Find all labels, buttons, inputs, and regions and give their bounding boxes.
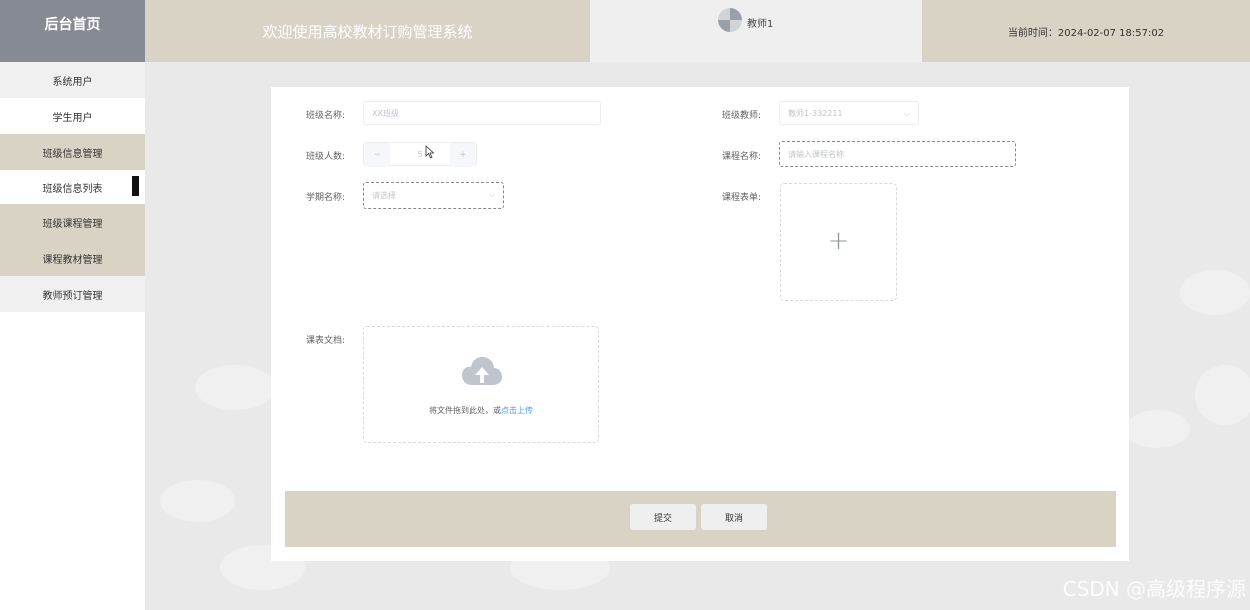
sidebar-item-teacher-booking-management[interactable]: 教师预订管理	[0, 276, 145, 312]
active-indicator	[132, 176, 139, 196]
sidebar-item-label: 班级信息列表	[42, 183, 103, 195]
submit-button[interactable]: 提交	[630, 504, 696, 530]
sidebar-item-system-users[interactable]: 系统用户	[0, 62, 145, 98]
class-size-stepper[interactable]: − 5 +	[363, 142, 477, 167]
chevron-down-icon: ⌵	[903, 109, 910, 118]
background-bubble	[1125, 410, 1190, 448]
sidebar-item-label: 班级课程管理	[42, 218, 103, 230]
sidebar-item-class-info-list[interactable]: 班级信息列表	[0, 170, 145, 204]
plus-icon: +	[827, 226, 850, 256]
sidebar-item-label: 班级信息管理	[42, 148, 103, 160]
system-title: 欢迎使用高校教材订购管理系统	[145, 0, 590, 62]
sidebar-item-course-textbook-management[interactable]: 课程教材管理	[0, 240, 145, 276]
mouse-cursor-icon	[425, 145, 435, 159]
click-upload-link[interactable]: 点击上传	[501, 406, 533, 415]
background-bubble	[1180, 270, 1250, 315]
term-name-label: 学期名称:	[306, 193, 346, 203]
upload-instructions: 将文件拖到此处，或点击上传	[364, 405, 598, 416]
chevron-down-icon: ⌵	[488, 190, 495, 199]
form-actions-bar: 提交 取消	[285, 491, 1116, 547]
increment-button[interactable]: +	[450, 143, 476, 167]
background-bubble	[1195, 365, 1250, 425]
class-name-placeholder: XX班级	[372, 108, 399, 118]
sidebar-item-label: 学生用户	[52, 112, 93, 124]
drag-text: 将文件拖到此处，或	[429, 406, 501, 415]
class-size-value[interactable]: 5	[417, 150, 422, 159]
cloud-upload-icon	[462, 356, 502, 385]
class-name-label: 班级名称:	[306, 111, 346, 121]
course-form-upload[interactable]: +	[780, 183, 897, 301]
user-name[interactable]: 教师1	[747, 15, 773, 30]
user-area[interactable]: 教师1	[590, 0, 922, 62]
form-card: 班级名称: XX班级 班级教师: 教师1-332211 ⌵ 班级人数: − 5 …	[271, 87, 1129, 561]
course-form-label: 课程表单:	[722, 193, 762, 203]
course-doc-label: 课表文档:	[306, 336, 346, 346]
decrement-button[interactable]: −	[364, 143, 390, 167]
watermark: CSDN @高级程序源	[1062, 577, 1246, 601]
course-name-label: 课程名称:	[722, 152, 762, 162]
term-name-placeholder: 请选择	[372, 191, 396, 200]
class-size-label: 班级人数:	[306, 152, 346, 162]
course-doc-dropzone[interactable]: 将文件拖到此处，或点击上传	[363, 326, 599, 443]
current-time: 当前时间：2024-02-07 18:57:02	[922, 0, 1250, 62]
course-name-placeholder: 请输入课程名称	[788, 149, 844, 159]
class-teacher-label: 班级教师:	[722, 111, 762, 121]
term-name-select[interactable]: 请选择 ⌵	[363, 182, 504, 209]
background-bubble	[195, 365, 275, 410]
brand-home-link[interactable]: 后台首页	[0, 0, 145, 62]
sidebar: 系统用户 学生用户 班级信息管理 班级信息列表 班级课程管理 课程教材管理 教师…	[0, 62, 145, 610]
class-teacher-select[interactable]: 教师1-332211 ⌵	[779, 101, 919, 125]
sidebar-item-class-info-management[interactable]: 班级信息管理	[0, 134, 145, 170]
avatar[interactable]	[718, 8, 742, 32]
cancel-button[interactable]: 取消	[701, 504, 767, 530]
sidebar-item-student-users[interactable]: 学生用户	[0, 98, 145, 134]
background-bubble	[160, 480, 235, 522]
class-teacher-value: 教师1-332211	[788, 108, 843, 118]
sidebar-item-label: 教师预订管理	[42, 290, 103, 302]
sidebar-item-class-course-management[interactable]: 班级课程管理	[0, 204, 145, 240]
sidebar-item-label: 系统用户	[52, 76, 93, 88]
sidebar-item-label: 课程教材管理	[42, 254, 103, 266]
course-name-input[interactable]: 请输入课程名称	[779, 141, 1016, 167]
class-name-input[interactable]: XX班级	[363, 101, 601, 125]
